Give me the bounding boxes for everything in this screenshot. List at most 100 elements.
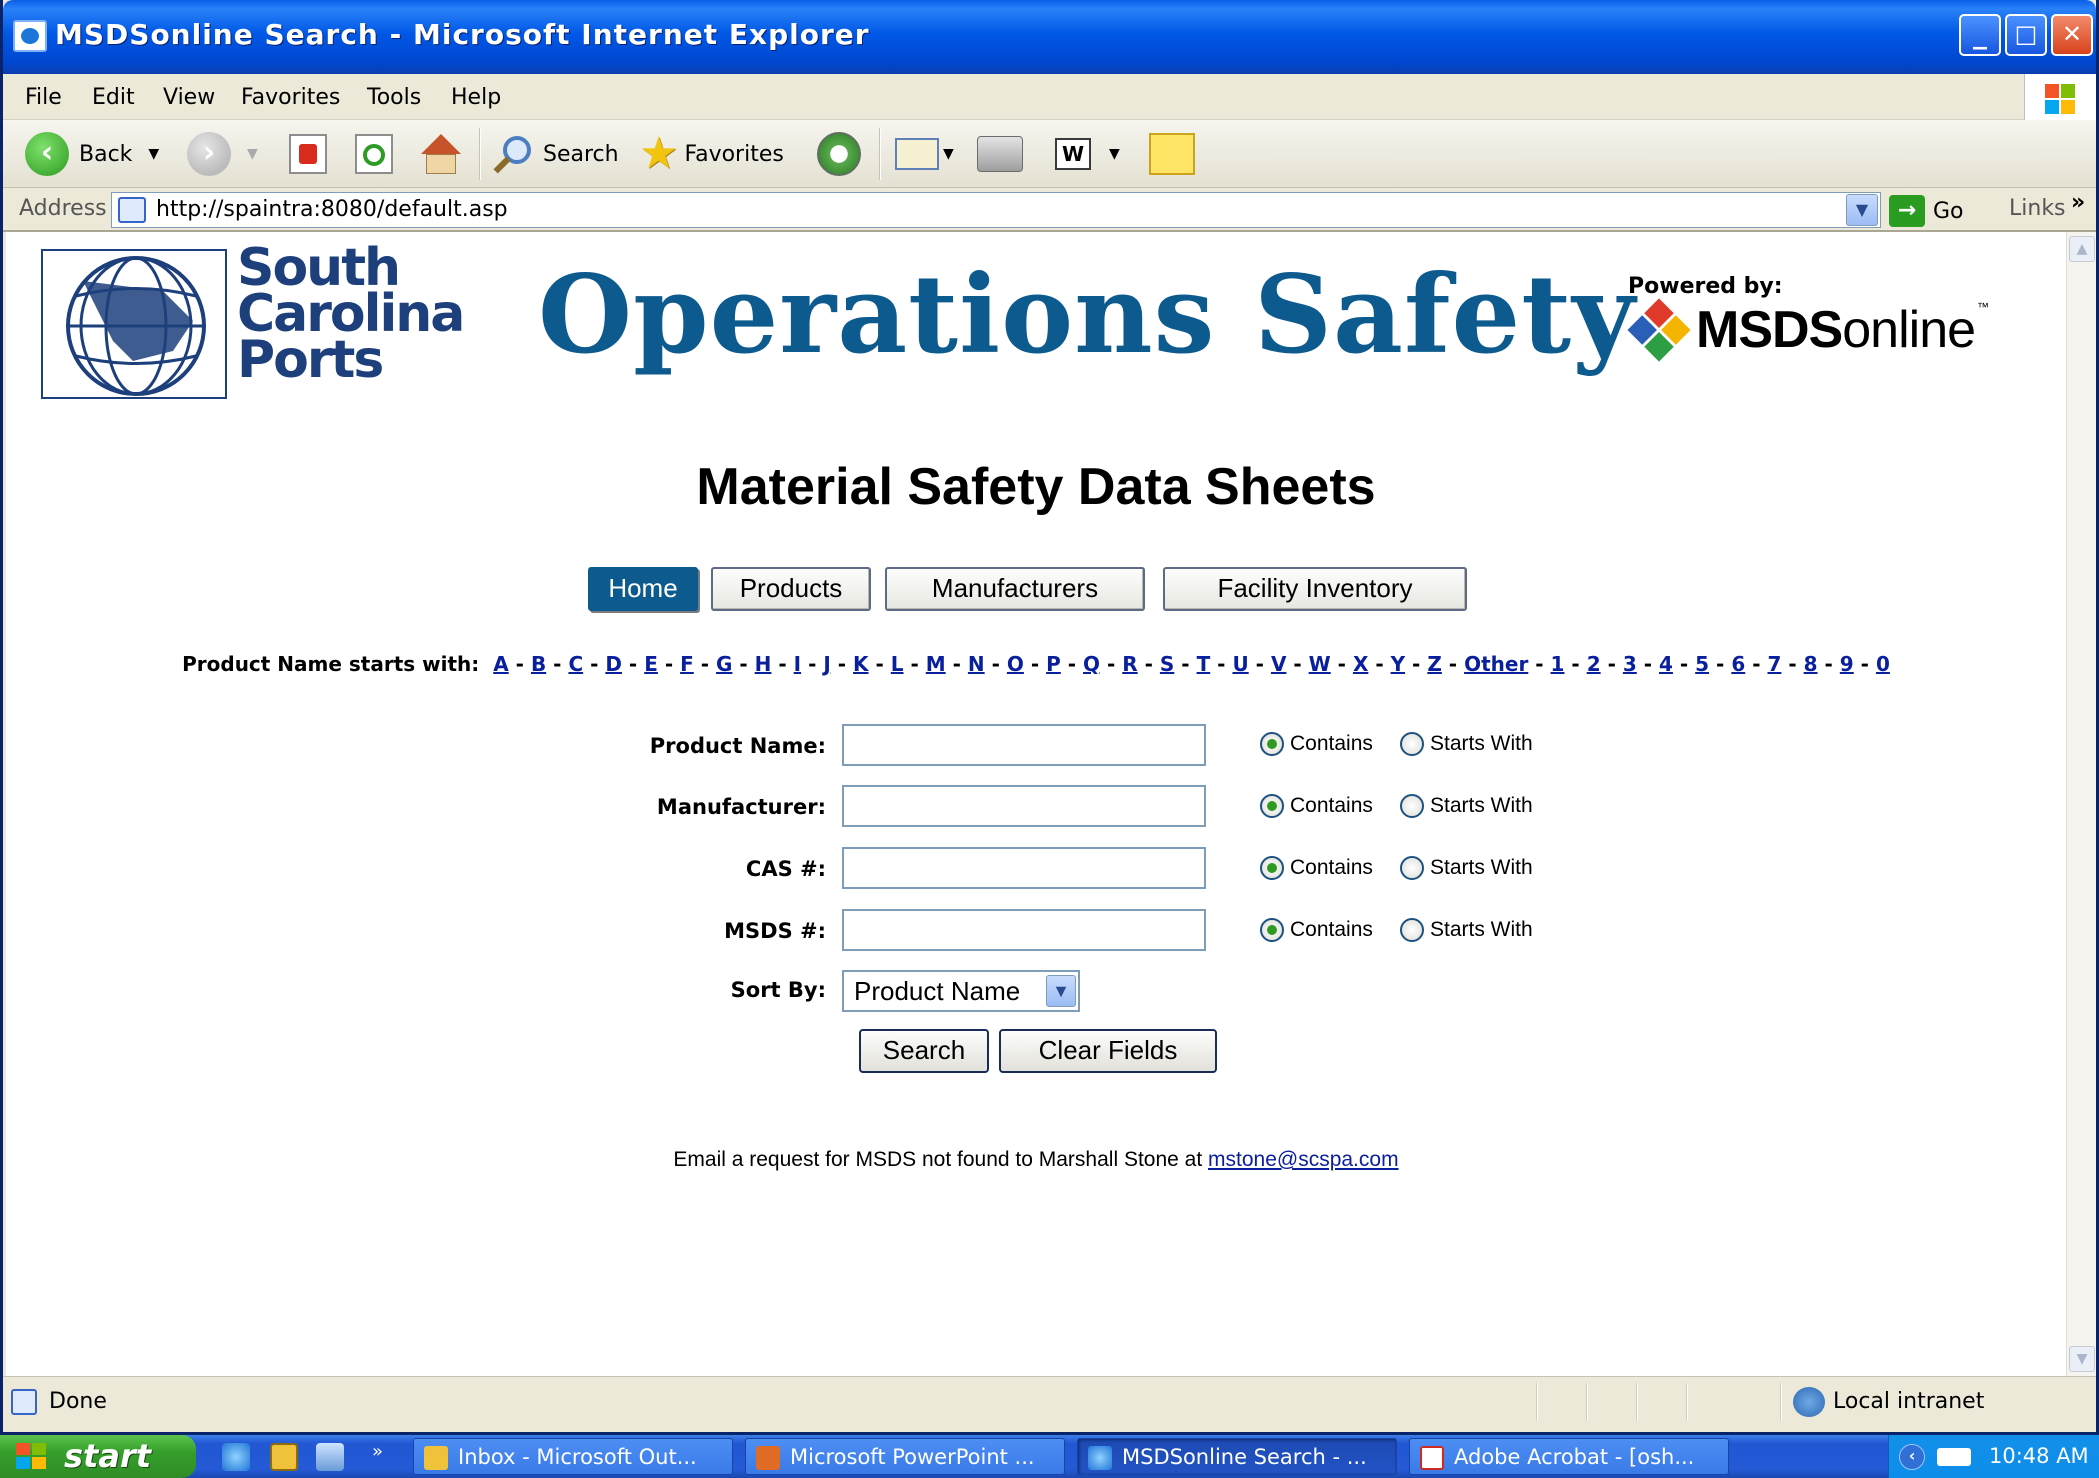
alpha-link-1[interactable]: 1	[1551, 652, 1565, 676]
alpha-link-k[interactable]: K	[853, 652, 869, 676]
chevron-down-icon[interactable]: ▼	[1046, 975, 1076, 1007]
address-input[interactable]: http://spaintra:8080/default.asp ▼	[111, 192, 1881, 228]
discuss-button[interactable]	[1149, 130, 1195, 178]
alpha-link-j[interactable]: J	[823, 652, 830, 676]
alpha-link-o[interactable]: O	[1007, 652, 1024, 676]
alpha-link-z[interactable]: Z	[1427, 652, 1442, 676]
radio-selected-icon[interactable]	[1260, 856, 1284, 880]
links-label[interactable]: Links	[2009, 196, 2066, 221]
nav-products-button[interactable]: Products	[711, 567, 871, 611]
manufacturer-starts-with-radio[interactable]: Starts With	[1400, 794, 1533, 818]
back-button[interactable]: ‹ Back ▼	[25, 130, 159, 178]
radio-selected-icon[interactable]	[1260, 794, 1284, 818]
alpha-link-n[interactable]: N	[968, 652, 985, 676]
go-button[interactable]: → Go	[1889, 194, 1964, 228]
msds-number-contains-radio[interactable]: Contains	[1260, 918, 1373, 942]
msds-number-starts-with-radio[interactable]: Starts With	[1400, 918, 1533, 942]
radio-selected-icon[interactable]	[1260, 732, 1284, 756]
clock[interactable]: 10:48 AM	[1989, 1444, 2089, 1468]
menu-favorites[interactable]: Favorites	[241, 85, 340, 110]
back-dropdown-icon[interactable]: ▼	[148, 146, 159, 162]
title-bar[interactable]: MSDSonline Search - Microsoft Internet E…	[3, 0, 2096, 74]
menu-edit[interactable]: Edit	[92, 85, 135, 110]
alpha-link-5[interactable]: 5	[1695, 652, 1709, 676]
alpha-link-h[interactable]: H	[755, 652, 772, 676]
radio-empty-icon[interactable]	[1400, 794, 1424, 818]
address-dropdown-icon[interactable]: ▼	[1846, 194, 1878, 226]
links-chevron-icon[interactable]: »	[2071, 190, 2085, 215]
radio-empty-icon[interactable]	[1400, 918, 1424, 942]
stop-button[interactable]	[289, 130, 327, 178]
alpha-link-7[interactable]: 7	[1767, 652, 1781, 676]
alpha-link-b[interactable]: B	[531, 652, 546, 676]
alpha-link-t[interactable]: T	[1197, 652, 1211, 676]
search-submit-button[interactable]: Search	[859, 1029, 989, 1073]
alpha-link-l[interactable]: L	[891, 652, 904, 676]
scroll-up-icon[interactable]: ▲	[2069, 236, 2095, 262]
alpha-link-y[interactable]: Y	[1391, 652, 1405, 676]
nav-manufacturers-button[interactable]: Manufacturers	[885, 567, 1145, 611]
alpha-link-s[interactable]: S	[1160, 652, 1174, 676]
menu-file[interactable]: File	[25, 85, 62, 110]
ie-window-icon[interactable]	[13, 20, 47, 52]
manufacturer-contains-radio[interactable]: Contains	[1260, 794, 1373, 818]
task-powerpoint[interactable]: Microsoft PowerPoint ...	[745, 1438, 1065, 1475]
nav-facility-inventory-button[interactable]: Facility Inventory	[1163, 567, 1467, 611]
email-link[interactable]: mstone@scspa.com	[1208, 1148, 1399, 1171]
product-name-starts-with-radio[interactable]: Starts With	[1400, 732, 1533, 756]
alpha-link-u[interactable]: U	[1232, 652, 1248, 676]
alpha-link-r[interactable]: R	[1122, 652, 1137, 676]
alpha-link-m[interactable]: M	[926, 652, 946, 676]
forward-button[interactable]: › ▼	[187, 130, 258, 178]
msdsonline-logo[interactable]: MSDSonline ™	[1627, 298, 1989, 362]
alpha-link-other[interactable]: Other	[1464, 652, 1528, 676]
forward-dropdown-icon[interactable]: ▼	[247, 146, 258, 162]
alpha-link-4[interactable]: 4	[1659, 652, 1673, 676]
edit-dropdown-icon[interactable]: ▼	[1109, 146, 1120, 162]
radio-empty-icon[interactable]	[1400, 732, 1424, 756]
alpha-link-d[interactable]: D	[605, 652, 622, 676]
cas-starts-with-radio[interactable]: Starts With	[1400, 856, 1533, 880]
alpha-link-w[interactable]: W	[1309, 652, 1331, 676]
alpha-link-c[interactable]: C	[568, 652, 583, 676]
product-name-input[interactable]	[842, 724, 1206, 766]
task-acrobat[interactable]: Adobe Acrobat - [osh...	[1409, 1438, 1729, 1475]
alpha-link-a[interactable]: A	[493, 652, 508, 676]
task-outlook[interactable]: Inbox - Microsoft Out...	[413, 1438, 733, 1475]
alpha-link-f[interactable]: F	[680, 652, 694, 676]
vertical-scrollbar[interactable]: ▲ ▼	[2066, 232, 2096, 1376]
quicklaunch-more-icon[interactable]: »	[372, 1441, 383, 1462]
tray-expand-icon[interactable]: ‹	[1899, 1444, 1925, 1470]
nav-home-button[interactable]: Home	[588, 567, 698, 611]
alpha-link-g[interactable]: G	[716, 652, 732, 676]
radio-empty-icon[interactable]	[1400, 856, 1424, 880]
address-url[interactable]: http://spaintra:8080/default.asp	[156, 197, 508, 222]
alpha-link-3[interactable]: 3	[1623, 652, 1637, 676]
alpha-link-p[interactable]: P	[1046, 652, 1061, 676]
quicklaunch-outlook-icon[interactable]	[270, 1443, 298, 1471]
alpha-link-8[interactable]: 8	[1804, 652, 1818, 676]
search-button[interactable]: Search	[491, 130, 619, 178]
alpha-link-6[interactable]: 6	[1731, 652, 1745, 676]
alpha-link-e[interactable]: E	[644, 652, 658, 676]
tray-network-icon[interactable]	[1937, 1448, 1971, 1466]
print-button[interactable]	[977, 130, 1023, 178]
alpha-link-2[interactable]: 2	[1587, 652, 1601, 676]
start-button[interactable]: start	[0, 1435, 196, 1478]
mail-dropdown-icon[interactable]: ▼	[943, 146, 954, 162]
radio-selected-icon[interactable]	[1260, 918, 1284, 942]
manufacturer-input[interactable]	[842, 785, 1206, 827]
alpha-link-0[interactable]: 0	[1876, 652, 1890, 676]
favorites-button[interactable]: ★ Favorites	[639, 130, 784, 178]
alpha-link-x[interactable]: X	[1353, 652, 1368, 676]
alpha-link-i[interactable]: I	[794, 652, 801, 676]
menu-tools[interactable]: Tools	[367, 85, 421, 110]
edit-button[interactable]: W ▼	[1055, 130, 1120, 178]
close-button[interactable]: ✕	[2051, 14, 2093, 56]
clear-fields-button[interactable]: Clear Fields	[999, 1029, 1217, 1073]
menu-help[interactable]: Help	[451, 85, 501, 110]
task-msdsonline-search[interactable]: MSDSonline Search - ...	[1077, 1438, 1397, 1475]
minimize-button[interactable]: _	[1959, 14, 2001, 56]
mail-button[interactable]: ▼	[895, 130, 954, 178]
cas-input[interactable]	[842, 847, 1206, 889]
